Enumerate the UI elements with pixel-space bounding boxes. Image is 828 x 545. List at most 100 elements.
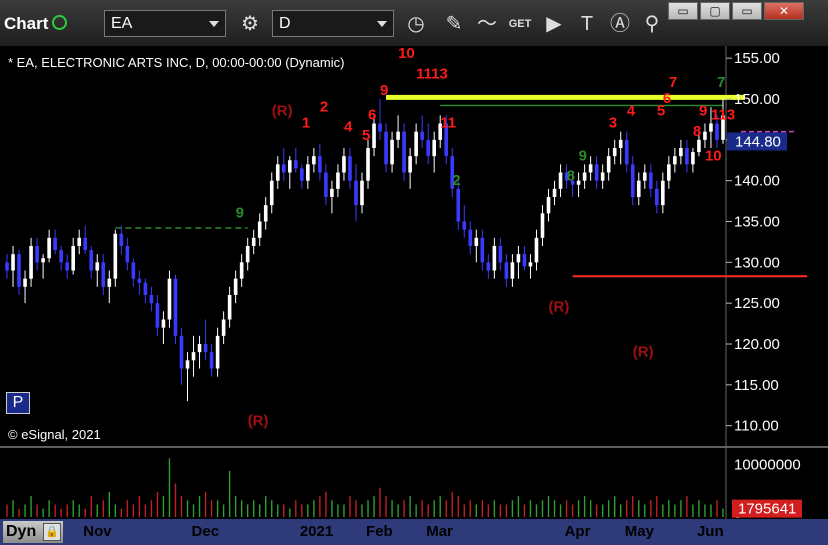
- candle-body: [336, 172, 340, 189]
- candle-body: [161, 319, 166, 328]
- dyn-label: Dyn: [6, 523, 37, 540]
- candle-body: [263, 205, 268, 222]
- clock-icon[interactable]: ◷: [402, 10, 430, 38]
- sequence-label: 10: [398, 46, 415, 62]
- price-chart[interactable]: * EA, ELECTRONIC ARTS INC, D, 00:00-00:0…: [0, 46, 828, 519]
- candle-body: [29, 246, 33, 279]
- month-label: Apr: [564, 523, 591, 540]
- axis-panel: [726, 46, 828, 519]
- lock-icon[interactable]: 🔒: [43, 523, 61, 541]
- candle-body: [137, 278, 142, 283]
- pencil-icon[interactable]: ✎: [440, 10, 468, 38]
- sequence-label: 7: [717, 74, 725, 91]
- sequence-label: 1: [302, 115, 310, 132]
- candle-body: [227, 295, 232, 320]
- candle-body: [480, 237, 485, 263]
- restore-button[interactable]: ▭: [668, 2, 698, 20]
- symbol-value: EA: [111, 15, 133, 32]
- play-icon[interactable]: ▶: [540, 10, 568, 38]
- sequence-label: 7: [669, 74, 677, 91]
- candle-body: [360, 180, 364, 206]
- interval-input[interactable]: D: [272, 10, 394, 37]
- interval-value: D: [279, 15, 291, 32]
- price-tick-label: 150.00: [734, 91, 780, 108]
- candle-body: [5, 262, 9, 271]
- minimize-button[interactable]: ▭: [732, 2, 762, 20]
- time-axis-bar: Dyn 🔒 Nov Dec 2021 Feb Mar Apr May Jun: [0, 519, 828, 545]
- get-icon[interactable]: GET: [506, 10, 534, 38]
- candle-body: [149, 295, 154, 304]
- alert-icon[interactable]: Ⓐ: [606, 10, 634, 38]
- candle-body: [456, 188, 461, 222]
- candle-body: [173, 278, 178, 336]
- candle-body: [588, 164, 593, 173]
- candle-body: [71, 246, 75, 271]
- candle-body: [402, 131, 406, 173]
- candle-body: [709, 123, 713, 132]
- candle-body: [275, 164, 280, 181]
- candle-body: [77, 237, 82, 246]
- candle-body: [131, 262, 136, 279]
- candle-body: [179, 335, 184, 369]
- p-button[interactable]: P: [6, 392, 30, 414]
- candle-body: [486, 262, 491, 271]
- sequence-label: 9: [236, 204, 244, 221]
- chart-toolbar: Chart EA ⚙ D ◷ ✎ 〜 GET ▶ T Ⓐ ⚲ ▭ ▢ ▭ ✕: [0, 0, 828, 46]
- close-button[interactable]: ✕: [764, 2, 804, 20]
- month-label: Nov: [83, 523, 112, 540]
- chart-title: Chart: [4, 14, 49, 33]
- candle-body: [221, 319, 226, 336]
- text-tool-icon[interactable]: T: [573, 10, 601, 38]
- candle-body: [462, 221, 467, 230]
- candle-body: [23, 278, 27, 287]
- candle-body: [203, 344, 208, 353]
- month-label: Dec: [191, 523, 220, 540]
- dyn-button[interactable]: Dyn 🔒: [3, 521, 63, 543]
- candle-body: [606, 156, 611, 173]
- candle-body: [528, 262, 533, 267]
- candle-body: [348, 156, 352, 181]
- candle-body: [636, 180, 641, 197]
- candle-body: [516, 254, 521, 263]
- symbol-dropdown-icon[interactable]: [209, 21, 219, 27]
- sequence-label: 4: [627, 102, 636, 119]
- sequence-label: 10: [705, 147, 722, 164]
- candle-body: [17, 254, 21, 287]
- candle-body: [294, 160, 298, 169]
- gear-icon[interactable]: ⚙: [236, 10, 264, 38]
- candle-body: [655, 188, 659, 206]
- candle-body: [306, 164, 310, 181]
- candle-body: [534, 237, 539, 263]
- link-icon[interactable]: ⚲: [638, 10, 666, 38]
- candle-body: [414, 131, 418, 157]
- candle-body: [354, 180, 358, 206]
- chart-style-icon[interactable]: 〜: [473, 10, 501, 38]
- candle-body: [125, 246, 130, 263]
- symbol-input[interactable]: EA: [104, 10, 226, 37]
- candle-body: [209, 352, 214, 369]
- candle-body: [366, 148, 370, 181]
- month-label: Mar: [426, 523, 453, 540]
- candle-body: [287, 160, 292, 173]
- price-tick-label: 130.00: [734, 254, 780, 271]
- candle-body: [143, 282, 148, 295]
- candle-body: [715, 123, 719, 140]
- last-volume-label: 1795641: [738, 501, 796, 518]
- sequence-label: 5: [362, 127, 370, 144]
- candle-body: [661, 180, 665, 206]
- maximize-button[interactable]: ▢: [700, 2, 730, 20]
- candle-body: [233, 278, 238, 295]
- sequence-label: 1113: [416, 66, 448, 83]
- sequence-label: (R): [633, 343, 654, 360]
- price-tick-label: 120.00: [734, 336, 780, 353]
- candle-body: [582, 172, 587, 181]
- candle-body: [432, 139, 436, 157]
- candle-body: [83, 237, 88, 251]
- copyright-label: © eSignal, 2021: [8, 427, 101, 442]
- candle-body: [257, 221, 262, 238]
- candle-body: [426, 139, 430, 157]
- candle-body: [59, 250, 63, 263]
- interval-dropdown-icon[interactable]: [377, 21, 387, 27]
- sequence-label: 9: [380, 82, 388, 99]
- candle-body: [408, 156, 412, 173]
